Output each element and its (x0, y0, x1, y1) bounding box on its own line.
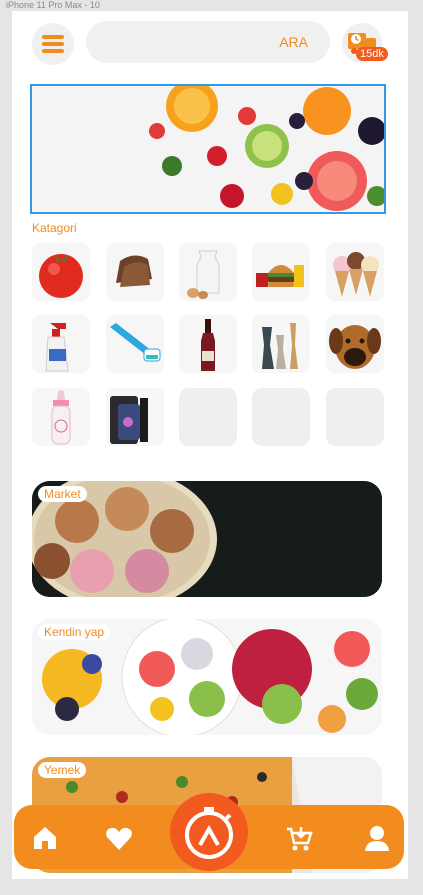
cart-icon (287, 827, 313, 851)
category-baby[interactable] (32, 388, 90, 446)
nav-favorites[interactable] (104, 823, 134, 853)
category-placeholder[interactable] (252, 388, 310, 446)
dog-icon (329, 325, 381, 369)
vase-icon (262, 323, 298, 369)
phone-case-icon (110, 396, 148, 444)
bread-icon (116, 255, 152, 287)
phone-screen: ARA 15dk Katagori Market Kendin yap Yeme… (12, 11, 408, 879)
spray-bottle-icon (45, 323, 69, 372)
category-home-decor[interactable] (252, 315, 310, 373)
banner-market[interactable]: Market (32, 481, 382, 597)
category-dairy[interactable] (179, 243, 237, 301)
nav-home[interactable] (30, 823, 60, 853)
milk-eggs-icon (187, 250, 220, 299)
banner-food-label: Yemek (38, 762, 87, 778)
fruit-banner-image (32, 86, 384, 212)
wine-bottle-icon (201, 319, 215, 371)
banner-diy[interactable]: Kendin yap (32, 619, 382, 735)
nav-cart[interactable] (284, 823, 314, 853)
category-electronics[interactable] (106, 388, 164, 446)
orders-timer-icon (185, 807, 233, 859)
ice-cream-icon (333, 252, 379, 297)
category-cleaning[interactable] (32, 315, 90, 373)
category-placeholder[interactable] (179, 388, 237, 446)
category-personal-care[interactable] (106, 315, 164, 373)
search-bar[interactable]: ARA (86, 21, 330, 63)
search-button-label[interactable]: ARA (279, 34, 308, 50)
category-vegetables[interactable] (32, 243, 90, 301)
category-bakery[interactable] (106, 243, 164, 301)
category-fast-food[interactable] (252, 243, 310, 301)
nav-profile[interactable] (362, 823, 392, 853)
burger-icon (256, 265, 304, 287)
categories-title: Katagori (32, 221, 77, 235)
home-icon (34, 827, 56, 849)
toothbrush-icon (110, 323, 161, 362)
banner-market-label: Market (38, 486, 87, 502)
category-ice-cream[interactable] (326, 243, 384, 301)
delivery-time-badge: 15dk (356, 47, 388, 61)
delivery-time-button[interactable]: 15dk (340, 23, 388, 69)
menu-button[interactable] (32, 23, 74, 65)
category-placeholder[interactable] (326, 388, 384, 446)
nav-orders[interactable] (170, 793, 248, 871)
baby-bottle-icon (51, 390, 71, 445)
category-beverages[interactable] (179, 315, 237, 373)
heart-icon (106, 827, 132, 850)
frame-label: iPhone 11 Pro Max - 10 (6, 0, 100, 10)
tomato-icon (39, 254, 83, 298)
bottom-navigation (14, 793, 404, 871)
category-pets[interactable] (326, 315, 384, 373)
banner-diy-label: Kendin yap (38, 624, 111, 640)
hero-banner[interactable] (30, 84, 386, 214)
hamburger-icon (42, 35, 64, 39)
profile-icon (365, 826, 389, 851)
